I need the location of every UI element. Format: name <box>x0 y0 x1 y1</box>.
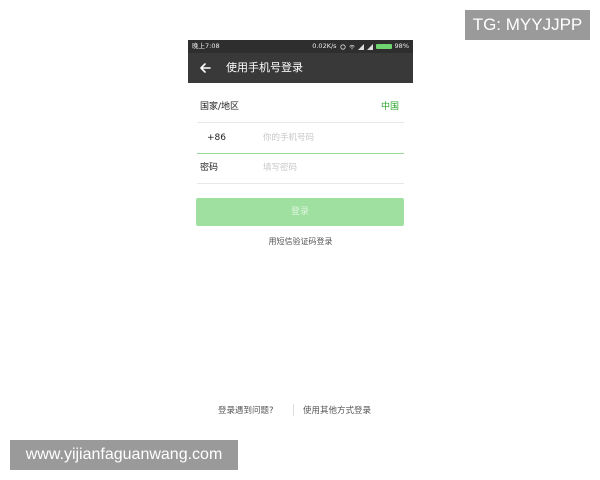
back-arrow-icon[interactable] <box>197 60 213 76</box>
sms-login-link[interactable]: 用短信验证码登录 <box>188 236 413 247</box>
bottom-links: 登录遇到问题? 使用其他方式登录 <box>188 404 413 418</box>
country-row[interactable]: 国家/地区 中国 <box>197 92 404 123</box>
title-bar: 使用手机号登录 <box>188 53 413 83</box>
divider <box>293 404 294 416</box>
signal-icon <box>357 43 364 50</box>
country-label: 国家/地区 <box>200 102 240 112</box>
page-title: 使用手机号登录 <box>226 61 303 74</box>
login-button[interactable]: 登录 <box>196 198 404 226</box>
alarm-icon <box>339 43 346 50</box>
password-label: 密码 <box>200 163 219 173</box>
status-bar: 晚上7:08 0.02K/s 98% <box>188 40 413 53</box>
battery-icon <box>375 44 392 49</box>
wifi-icon <box>348 44 355 49</box>
battery-percent: 98% <box>394 42 409 50</box>
country-value[interactable]: 中国 <box>381 92 399 122</box>
tg-watermark: TG: MYYJJPP <box>465 10 590 40</box>
phone-row: +86 <box>197 123 404 154</box>
other-login-link[interactable]: 使用其他方式登录 <box>303 404 371 416</box>
phone-screen: 晚上7:08 0.02K/s 98% 使用手机号登录 国家/地区 中国 +86 … <box>188 40 413 440</box>
status-right: 0.02K/s 98% <box>312 40 409 53</box>
password-row: 密码 <box>197 153 404 184</box>
site-watermark: www.yijianfaguanwang.com <box>10 440 238 470</box>
password-input[interactable] <box>263 161 398 175</box>
login-help-link[interactable]: 登录遇到问题? <box>218 404 274 416</box>
phone-input[interactable] <box>263 131 398 145</box>
status-time: 晚上7:08 <box>192 42 220 50</box>
signal-icon-2 <box>366 43 373 50</box>
network-speed: 0.02K/s <box>312 42 337 50</box>
country-code: +86 <box>207 133 226 143</box>
